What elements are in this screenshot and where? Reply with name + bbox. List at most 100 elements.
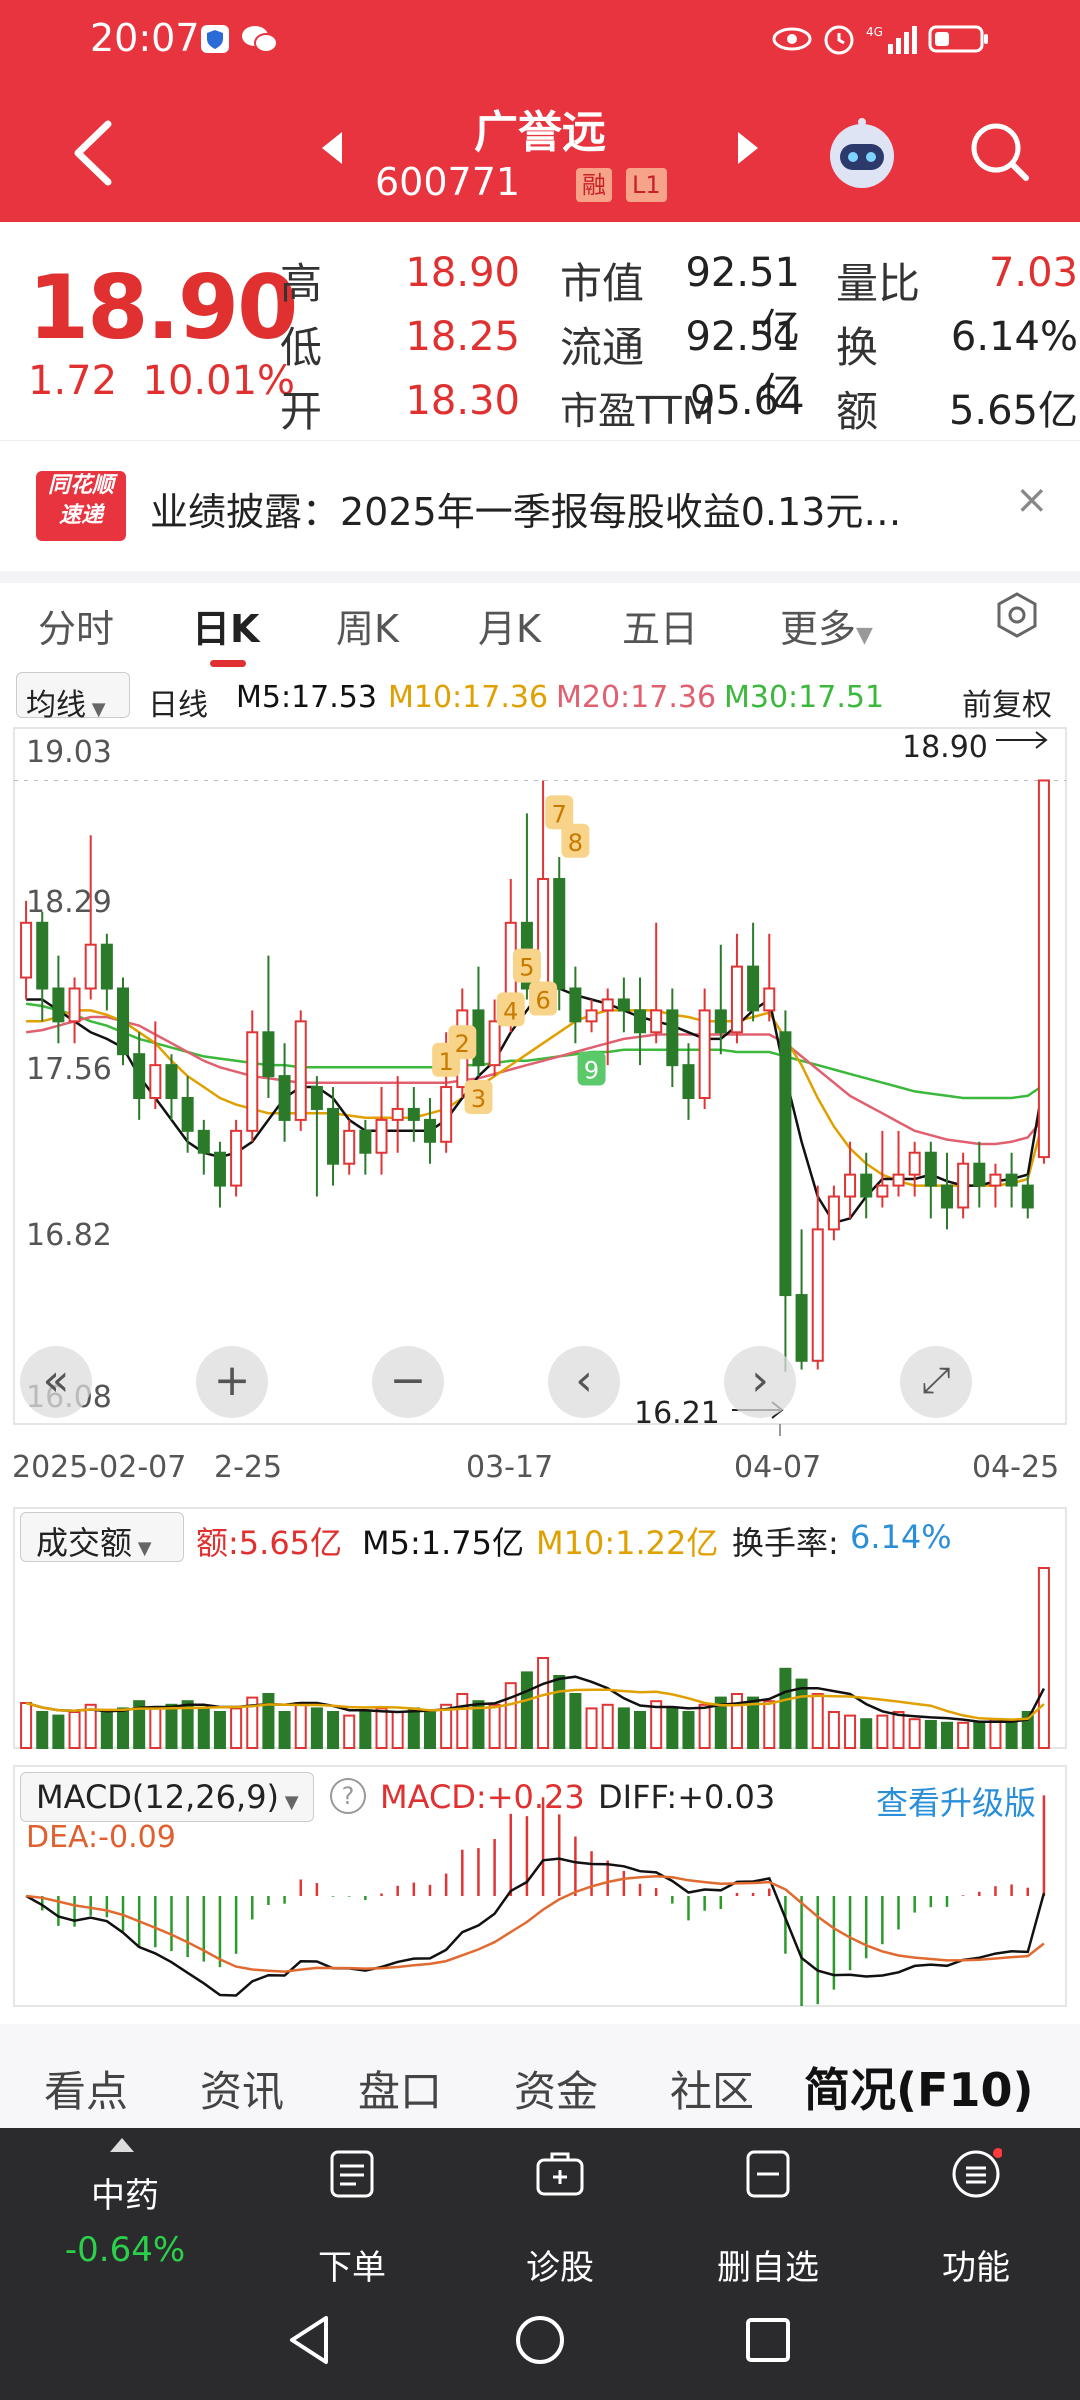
android-back-icon[interactable]: [282, 2312, 338, 2368]
news-logo: 同花顺 速递: [36, 471, 126, 541]
settings-icon[interactable]: [992, 590, 1042, 640]
remove-watchlist-icon: [746, 2150, 790, 2198]
turnover-rate-value: 6.14%: [850, 1518, 952, 1556]
volume-bar: [973, 1721, 986, 1750]
macd-value: MACD:+0.23: [380, 1778, 585, 1816]
tab-daily-k[interactable]: 日K: [192, 598, 259, 653]
signal-4g-icon: 4G: [866, 25, 917, 54]
tab-f10-overview[interactable]: 简况(F10): [804, 2054, 1033, 2120]
ma10-value: M10:17.36: [388, 680, 549, 715]
tab-monthly-k[interactable]: 月K: [478, 598, 541, 653]
order-button[interactable]: 下单: [272, 2240, 432, 2289]
diagnose-icon: [536, 2152, 584, 2196]
candle-body: [892, 1173, 905, 1187]
volume-bar: [1021, 1711, 1034, 1749]
diff-value: DIFF:+0.03: [598, 1778, 776, 1816]
y-tick-1: 19.03: [26, 735, 112, 770]
candle-body: [698, 1009, 711, 1099]
sector-name[interactable]: 中药: [40, 2168, 210, 2217]
candle-body: [181, 1096, 194, 1132]
volume-bar: [634, 1711, 647, 1749]
tab-highlights[interactable]: 看点: [44, 2058, 128, 2119]
zoom-out-button[interactable]: −: [372, 1346, 444, 1418]
volume-bar: [876, 1714, 889, 1749]
volume-bar: [181, 1700, 194, 1749]
scroll-left-button[interactable]: ‹: [548, 1346, 620, 1418]
order-icon: [330, 2150, 374, 2198]
volume-bar: [262, 1693, 275, 1749]
volume-bar: [553, 1675, 566, 1749]
volume-bar: [230, 1707, 243, 1750]
robot-assistant-icon[interactable]: [822, 114, 902, 194]
tab-weekly-k[interactable]: 周K: [336, 598, 399, 653]
android-home-icon[interactable]: [512, 2312, 568, 2368]
signal-number: 9: [584, 1057, 599, 1085]
fullscreen-button[interactable]: ⤢: [900, 1346, 972, 1418]
candle-body: [68, 987, 81, 1023]
turnover-label: 换: [836, 323, 879, 372]
tab-orderbook[interactable]: 盘口: [358, 2058, 442, 2119]
tab-funds[interactable]: 资金: [514, 2058, 598, 2119]
tab-news[interactable]: 资讯: [200, 2058, 284, 2119]
zoom-in-button[interactable]: +: [196, 1346, 268, 1418]
signal-badge: [545, 795, 574, 830]
signal-number: 1: [439, 1048, 454, 1076]
news-text[interactable]: 业绩披露：2025年一季报每股收益0.13元…: [150, 481, 901, 536]
tag-margin: 融: [576, 168, 612, 202]
volume-bar: [407, 1707, 420, 1750]
chevron-down-icon: ▼: [279, 1792, 299, 1813]
candle-body: [213, 1151, 226, 1187]
candle-body: [585, 1009, 598, 1023]
scroll-right-button[interactable]: ›: [724, 1346, 796, 1418]
max-price-marker: 18.90: [902, 730, 988, 765]
header-bar: 20:07 4G 广誉远 600771 融 L1: [0, 0, 1080, 222]
volume-bar: [714, 1696, 727, 1749]
low-value: 18.25: [405, 314, 520, 360]
volume-bar: [327, 1711, 340, 1749]
volume-select-text: 成交额: [36, 1524, 133, 1562]
upgrade-link[interactable]: 查看升级版: [876, 1778, 1036, 1824]
tab-community[interactable]: 社区: [670, 2058, 754, 2119]
diagnose-button[interactable]: 诊股: [480, 2240, 640, 2289]
x-label-1: 2025-02-07: [12, 1450, 187, 1485]
price-panel-frame: [13, 727, 1067, 1425]
news-close-button[interactable]: ×: [1015, 477, 1049, 523]
remove-watchlist-button[interactable]: 删自选: [688, 2240, 848, 2289]
news-banner[interactable]: 同花顺 速递 业绩披露：2025年一季报每股收益0.13元… ×: [0, 440, 1080, 583]
chevron-down-icon: ▼: [86, 699, 106, 720]
volume-m10: M10:1.22亿: [536, 1524, 719, 1562]
open-value: 18.30: [405, 378, 520, 424]
search-icon[interactable]: [966, 118, 1032, 184]
adjust-mode[interactable]: 前复权: [962, 680, 1052, 724]
macd-help-icon[interactable]: ?: [330, 1778, 366, 1814]
macd-dea-line: [25, 1875, 1045, 1973]
candle-body: [20, 921, 33, 979]
candle-body: [714, 1009, 727, 1034]
android-recents-icon[interactable]: [742, 2314, 794, 2366]
volume-bar: [569, 1693, 582, 1749]
x-label-5: 04-25: [972, 1450, 1060, 1485]
candle-body: [423, 1118, 436, 1143]
candle-body: [343, 1129, 356, 1165]
status-time: 20:07: [90, 16, 200, 60]
functions-button[interactable]: 功能: [896, 2240, 1056, 2289]
tab-more[interactable]: 更多▼: [780, 598, 873, 653]
chevron-down-icon: ▼: [132, 1538, 152, 1559]
next-stock-icon[interactable]: [734, 130, 762, 166]
open-label: 开: [280, 387, 323, 436]
volume-bar: [779, 1667, 792, 1750]
volume-bar: [957, 1721, 970, 1750]
candle-body: [908, 1151, 921, 1176]
tab-intraday[interactable]: 分时: [38, 598, 114, 653]
candle-body: [133, 1053, 146, 1099]
signal-number: 2: [455, 1030, 470, 1058]
volume-bar: [100, 1711, 113, 1749]
candle-body: [262, 1031, 275, 1078]
sector-change: -0.64%: [64, 2230, 186, 2270]
scroll-start-button[interactable]: «: [20, 1346, 92, 1418]
signal-number: 3: [471, 1085, 486, 1113]
volume-bar: [343, 1714, 356, 1749]
candle-body: [117, 987, 130, 1056]
tab-five-day[interactable]: 五日: [622, 598, 698, 653]
volume-m5: M5:1.75亿: [362, 1524, 525, 1562]
